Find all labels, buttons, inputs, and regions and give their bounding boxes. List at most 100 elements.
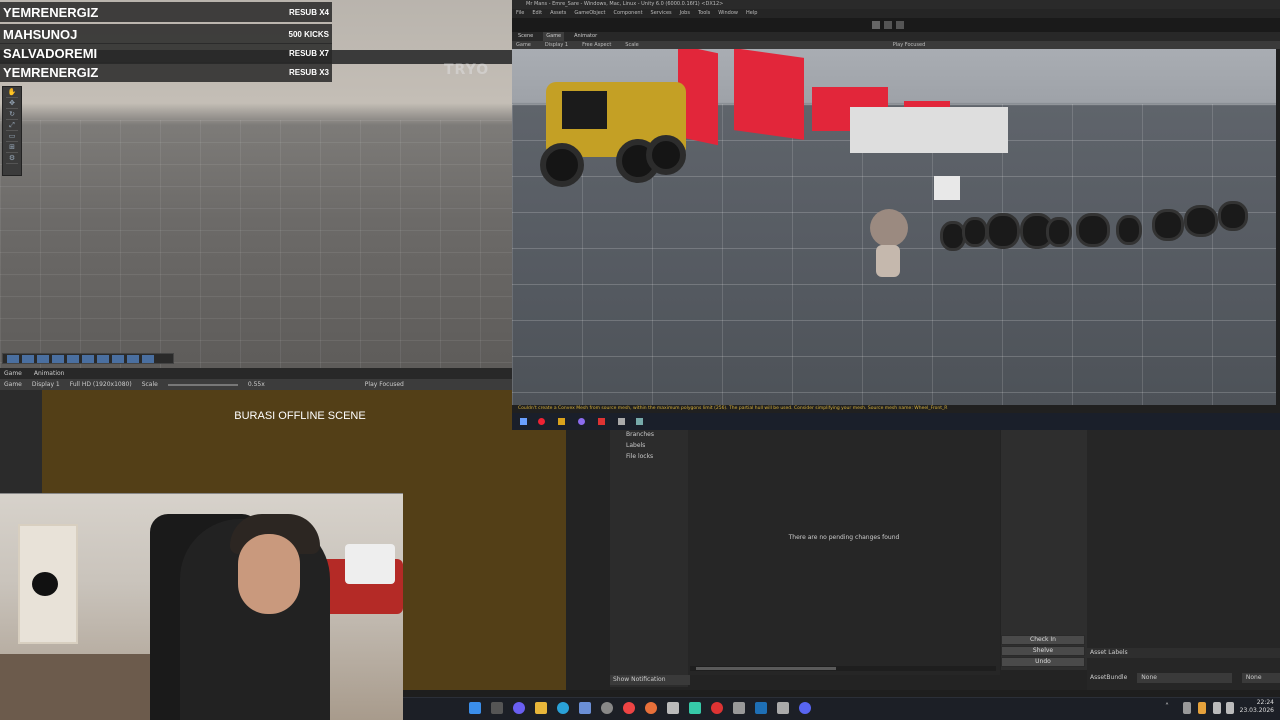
discord-icon[interactable] xyxy=(799,702,811,714)
tab-game[interactable]: Game xyxy=(543,32,565,41)
menu-jobs[interactable]: Jobs xyxy=(680,9,690,18)
transform-tools-panel[interactable]: ✋ ✥ ↻ ⤢ ▭ ⊞ ⚙ xyxy=(2,86,22,176)
asset-bundle-row[interactable]: AssetBundle None None xyxy=(1087,673,1280,683)
menu-component[interactable]: Component xyxy=(614,9,643,18)
game-mode-dropdown[interactable]: Game xyxy=(4,381,22,388)
start-icon[interactable] xyxy=(469,702,481,714)
sidebar-item-file-locks[interactable]: File locks xyxy=(610,452,688,463)
hand-tool-icon[interactable]: ✋ xyxy=(6,88,18,98)
view-tabs[interactable]: Scene Game Animator xyxy=(512,32,1280,41)
obs-icon[interactable] xyxy=(711,702,723,714)
shelve-button[interactable]: Shelve xyxy=(1001,646,1085,656)
overlay-tool-icon[interactable] xyxy=(127,355,139,363)
menu-bar[interactable]: File Edit Assets GameObject Component Se… xyxy=(512,9,1280,18)
taskbar-clock[interactable]: 22:24 23.03.2026 xyxy=(1234,699,1274,715)
menu-services[interactable]: Services xyxy=(651,9,672,18)
display-dropdown[interactable]: Display 1 xyxy=(545,41,568,49)
rotate-tool-icon[interactable]: ↻ xyxy=(6,110,18,120)
chrome-icon[interactable] xyxy=(623,702,635,714)
firefox-icon[interactable] xyxy=(645,702,657,714)
menu-tools[interactable]: Tools xyxy=(698,9,710,18)
overlay-tool-icon[interactable] xyxy=(22,355,34,363)
transform-tool-icon[interactable]: ⊞ xyxy=(6,143,18,153)
tab-animator[interactable]: Animator xyxy=(574,32,597,41)
menu-file[interactable]: File xyxy=(516,9,524,18)
rect-tool-icon[interactable]: ▭ xyxy=(6,132,18,142)
app-icon[interactable] xyxy=(598,418,605,425)
vc-sidebar[interactable]: Branches Labels File locks xyxy=(610,430,688,687)
settings-icon[interactable] xyxy=(733,702,745,714)
step-button[interactable] xyxy=(896,21,904,29)
tab-game[interactable]: Game xyxy=(4,370,22,377)
overlay-tool-icon[interactable] xyxy=(7,355,19,363)
scene-overlay-toolbar[interactable] xyxy=(2,353,174,364)
app-icon[interactable] xyxy=(578,418,585,425)
task-view-icon[interactable] xyxy=(491,702,503,714)
asset-labels-header[interactable]: Asset Labels xyxy=(1087,648,1280,658)
menu-assets[interactable]: Assets xyxy=(550,9,566,18)
console-warning[interactable]: Couldn't create a Convex Mesh from sourc… xyxy=(512,405,1280,413)
overlay-tool-icon[interactable] xyxy=(97,355,109,363)
move-tool-icon[interactable]: ✥ xyxy=(6,99,18,109)
aspect-dropdown[interactable]: Free Aspect xyxy=(582,41,611,49)
scale-tool-icon[interactable]: ⤢ xyxy=(6,121,18,131)
scrollbar-thumb[interactable] xyxy=(696,667,836,670)
resolution-dropdown[interactable]: Full HD (1920x1080) xyxy=(70,381,132,388)
game-view-toolbar[interactable]: Game Display 1 Full HD (1920x1080) Scale… xyxy=(0,379,512,390)
sidebar-item-labels[interactable]: Labels xyxy=(610,441,688,452)
scale-slider[interactable] xyxy=(167,384,238,386)
edge-icon[interactable] xyxy=(557,702,569,714)
pause-button[interactable] xyxy=(884,21,892,29)
copilot-icon[interactable] xyxy=(513,702,525,714)
overlay-tool-icon[interactable] xyxy=(142,355,154,363)
show-notification-button[interactable]: Show Notification xyxy=(610,675,690,685)
checkin-comment-area[interactable] xyxy=(1001,430,1087,670)
undo-button[interactable]: Undo xyxy=(1001,657,1085,667)
overlay-tool-icon[interactable] xyxy=(37,355,49,363)
horizontal-scrollbar[interactable] xyxy=(690,666,996,671)
tray-icon[interactable] xyxy=(1183,702,1191,714)
overlay-tool-icon[interactable] xyxy=(67,355,79,363)
game-tab-bar[interactable]: Game Animation xyxy=(0,368,512,379)
play-focused-dropdown[interactable]: Play Focused xyxy=(365,381,404,388)
menu-window[interactable]: Window xyxy=(718,9,738,18)
game-toolbar[interactable]: Game Display 1 Free Aspect Scale Play Fo… xyxy=(512,41,1280,49)
app-icon[interactable] xyxy=(636,418,643,425)
check-in-button[interactable]: Check In xyxy=(1001,635,1085,645)
remote-taskbar[interactable] xyxy=(512,413,1280,430)
app-icon[interactable] xyxy=(689,702,701,714)
network-icon[interactable] xyxy=(1213,702,1221,714)
app-icon[interactable] xyxy=(558,418,565,425)
app-icon[interactable] xyxy=(777,702,789,714)
tab-animation[interactable]: Animation xyxy=(34,370,65,377)
play-button[interactable] xyxy=(872,21,880,29)
menu-edit[interactable]: Edit xyxy=(532,9,542,18)
asset-bundle-dropdown[interactable]: None xyxy=(1137,673,1232,683)
file-explorer-icon[interactable] xyxy=(535,702,547,714)
overlay-tool-icon[interactable] xyxy=(82,355,94,363)
asset-variant-dropdown[interactable]: None xyxy=(1241,673,1280,683)
tray-icon[interactable] xyxy=(1198,702,1206,714)
main-toolbar[interactable] xyxy=(512,18,1280,32)
unity-icon[interactable] xyxy=(667,702,679,714)
custom-tool-icon[interactable]: ⚙ xyxy=(6,154,18,164)
volume-icon[interactable] xyxy=(1226,702,1234,714)
app-icon[interactable] xyxy=(618,418,625,425)
store-icon[interactable] xyxy=(579,702,591,714)
overlay-tool-icon[interactable] xyxy=(52,355,64,363)
menu-gameobject[interactable]: GameObject xyxy=(574,9,605,18)
tray-chevron-icon[interactable]: ˄ xyxy=(1165,702,1173,714)
game-mode-dropdown[interactable]: Game xyxy=(516,41,531,49)
sidebar-item-branches[interactable]: Branches xyxy=(610,430,688,441)
tab-scene[interactable]: Scene xyxy=(518,32,533,41)
remote-unity-window[interactable]: Mr Mans - Emre_Sare - Windows, Mac, Linu… xyxy=(512,0,1280,430)
menu-help[interactable]: Help xyxy=(746,9,757,18)
steam-icon[interactable] xyxy=(755,702,767,714)
app-icon[interactable] xyxy=(538,418,545,425)
game-scene-render[interactable] xyxy=(512,49,1276,405)
display-dropdown[interactable]: Display 1 xyxy=(32,381,60,388)
pending-changes-list[interactable] xyxy=(688,430,1000,675)
play-focused-dropdown[interactable]: Play Focused xyxy=(893,41,926,49)
start-icon[interactable] xyxy=(520,418,527,425)
app-icon[interactable] xyxy=(601,702,613,714)
